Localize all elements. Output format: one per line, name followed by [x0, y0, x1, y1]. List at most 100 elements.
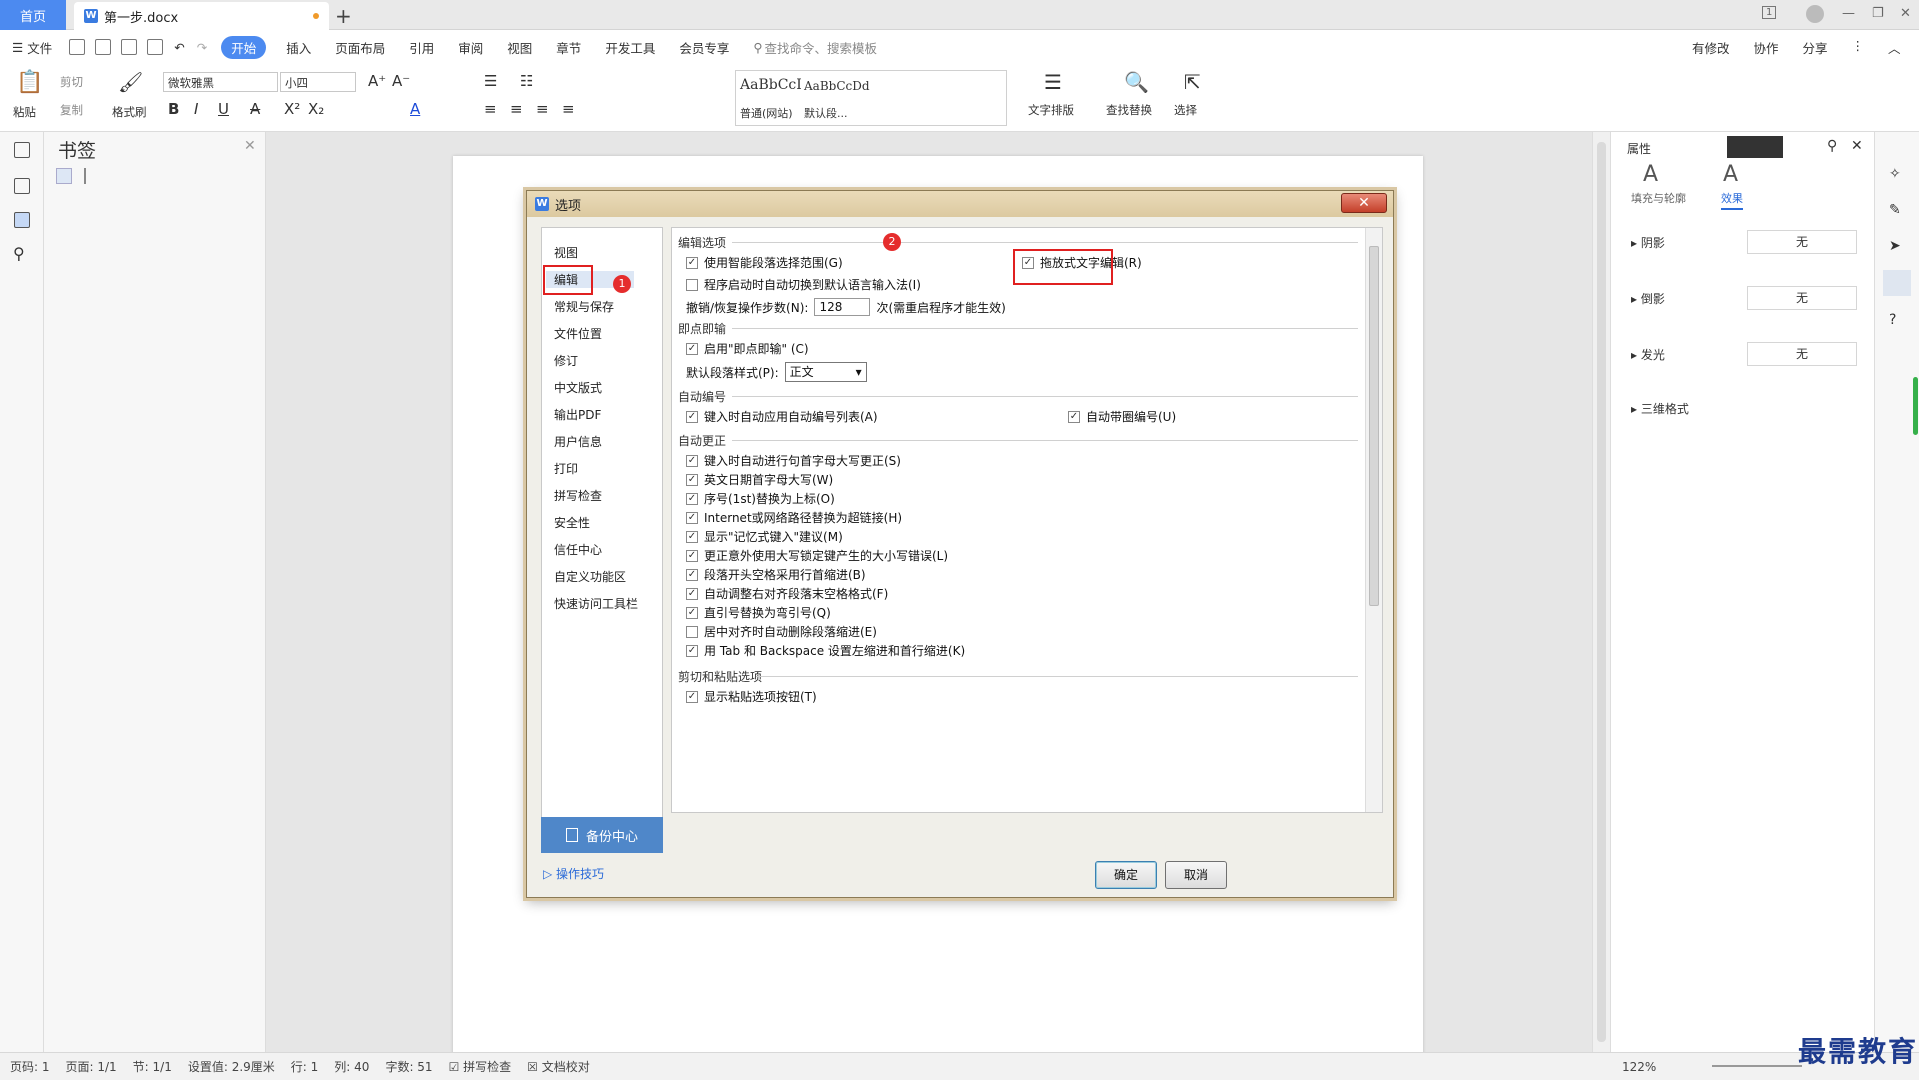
find-icon[interactable]: 🔍 — [1124, 70, 1149, 94]
more-icon[interactable]: ⋮ — [1840, 38, 1877, 57]
checkbox-box[interactable]: ✓ — [686, 644, 698, 657]
reflection-select[interactable]: 无 — [1747, 286, 1857, 310]
help-icon[interactable]: ? — [1889, 312, 1896, 328]
command-search-input[interactable]: 查找命令、搜索模板 — [765, 38, 878, 57]
auto-correct-checkbox[interactable]: ✓ 用 Tab 和 Backspace 设置左缩进和首行缩进(K) — [686, 642, 965, 659]
font-size-select[interactable]: 小四 — [280, 72, 356, 92]
auto-correct-checkbox[interactable]: ✓ 更正意外使用大写锁定键产生的大小写错误(L) — [686, 547, 948, 564]
justify-icon[interactable]: ≡ — [562, 100, 575, 118]
find-replace-button[interactable]: 查找替换 — [1106, 102, 1152, 118]
nav-spell-check[interactable]: 拼写检查 — [554, 487, 602, 504]
status-words[interactable]: 字数: 51 — [385, 1058, 432, 1075]
auto-correct-checkbox[interactable]: ✓ 段落开头空格采用行首缩进(B) — [686, 566, 866, 583]
nav-user-info[interactable]: 用户信息 — [554, 433, 602, 450]
restore-icon[interactable]: ❐ — [1872, 6, 1884, 21]
format-painter-button[interactable]: 格式刷 — [112, 104, 147, 120]
style-name-2[interactable]: 默认段... — [804, 105, 848, 121]
options-scrollbar[interactable] — [1365, 228, 1382, 812]
undo-icon[interactable]: ↶ — [168, 40, 190, 55]
smart-select-checkbox[interactable]: ✓ 使用智能段落选择范围(G) — [686, 254, 843, 271]
ok-button[interactable]: 确定 — [1095, 861, 1157, 889]
window-count-badge[interactable]: 1 — [1762, 6, 1777, 19]
paste-button[interactable]: 粘贴 — [13, 104, 36, 120]
auto-circle-checkbox[interactable]: ✓ 自动带圈编号(U) — [1068, 408, 1176, 425]
menu-file[interactable]: 文件 — [25, 38, 64, 57]
italic-icon[interactable]: I — [194, 100, 198, 118]
checkbox-box[interactable]: ✓ — [686, 473, 698, 486]
style-gallery[interactable]: AaBbCcI 普通(网站) AaBbCcDd 默认段... — [735, 70, 1007, 126]
spell-check-button[interactable]: ☑ 拼写检查 — [449, 1058, 512, 1075]
menu-item-1[interactable]: 插入 — [274, 38, 323, 57]
bookmark-icon[interactable] — [14, 212, 30, 228]
tab-document[interactable]: W 第一步.docx — [74, 2, 329, 30]
default-style-select[interactable]: 正文 ▾ — [784, 362, 867, 382]
close-icon[interactable]: ✕ — [244, 138, 256, 154]
nav-chinese-layout[interactable]: 中文版式 — [554, 379, 602, 396]
shadow-select[interactable]: 无 — [1747, 230, 1857, 254]
checkbox-box[interactable]: ✓ — [686, 530, 698, 543]
outline-icon[interactable] — [14, 142, 30, 158]
subscript-icon[interactable]: X₂ — [308, 100, 324, 118]
scroll-thumb[interactable] — [1597, 142, 1606, 1042]
auto-correct-checkbox[interactable]: ✓ 自动调整右对齐段落末空格格式(F) — [686, 585, 888, 602]
modified-button[interactable]: 有修改 — [1680, 38, 1742, 57]
hamburger-icon[interactable]: ☰ — [0, 40, 25, 55]
share-button[interactable]: 分享 — [1791, 38, 1840, 57]
grow-font-icon[interactable]: A⁺ — [368, 72, 386, 90]
select-cursor-icon[interactable]: ⇱ — [1184, 70, 1201, 94]
cancel-button[interactable]: 取消 — [1165, 861, 1227, 889]
print-icon[interactable] — [121, 39, 138, 55]
style-icon[interactable]: ✧ — [1889, 166, 1901, 182]
auto-correct-checkbox[interactable]: ✓ 序号(1st)替换为上标(O) — [686, 490, 835, 507]
close-icon[interactable]: ✕ — [1851, 138, 1863, 154]
number-list-icon[interactable]: ☷ — [520, 72, 533, 90]
close-icon[interactable]: ✕ — [1900, 6, 1911, 21]
pin-icon[interactable]: ⚲ — [1827, 138, 1837, 154]
menu-item-8[interactable]: 会员专享 — [667, 38, 741, 57]
zoom-slider[interactable] — [1712, 1065, 1802, 1067]
auto-correct-checkbox[interactable]: ✓ 直引号替换为弯引号(Q) — [686, 604, 831, 621]
nav-view[interactable]: 视图 — [554, 244, 578, 261]
redo-icon[interactable]: ↷ — [191, 40, 213, 55]
nav-trust-center[interactable]: 信任中心 — [554, 541, 602, 558]
nav-customize-ribbon[interactable]: 自定义功能区 — [554, 568, 626, 585]
nav-general-save[interactable]: 常规与保存 — [554, 298, 614, 315]
nav-quick-access[interactable]: 快速访问工具栏 — [554, 595, 638, 612]
text-layout-button[interactable]: 文字排版 — [1028, 102, 1074, 118]
click-type-checkbox[interactable]: ✓ 启用"即点即输" (C) — [686, 340, 809, 357]
proof-button[interactable]: ☒ 文档校对 — [527, 1058, 590, 1075]
cut-button[interactable]: 剪切 — [60, 74, 83, 90]
3d-format-row[interactable]: ▸ 三维格式 — [1631, 400, 1689, 417]
font-color-icon[interactable]: A — [410, 100, 420, 118]
search-icon[interactable]: ⚲ — [13, 244, 25, 263]
menu-item-0[interactable]: 开始 — [221, 35, 267, 59]
paste-icon[interactable]: 📋 — [16, 70, 43, 95]
auto-correct-checkbox[interactable]: ✓ 键入时自动进行句首字母大写更正(S) — [686, 452, 901, 469]
undo-steps-input[interactable]: 128 — [814, 298, 871, 316]
backup-center-button[interactable]: 备份中心 — [541, 817, 663, 853]
nav-print[interactable]: 打印 — [554, 460, 578, 477]
auto-list-checkbox[interactable]: ✓ 键入时自动应用自动编号列表(A) — [686, 408, 878, 425]
nav-revision[interactable]: 修订 — [554, 352, 578, 369]
cursor-icon[interactable]: ➤ — [1889, 238, 1901, 254]
align-left-icon[interactable]: ≡ — [484, 100, 497, 118]
dialog-close-button[interactable]: ✕ — [1341, 193, 1387, 213]
section-icon[interactable] — [14, 178, 30, 194]
list-icon[interactable] — [84, 168, 98, 184]
bold-icon[interactable]: B — [168, 100, 179, 118]
options-scroll-thumb[interactable] — [1369, 246, 1379, 606]
checkbox-box[interactable]: ✓ — [686, 568, 698, 581]
shadow-row[interactable]: ▸ 阴影 — [1631, 234, 1665, 251]
auto-ime-checkbox[interactable]: 程序启动时自动切换到默认语言输入法(I) — [686, 276, 921, 293]
nav-file-location[interactable]: 文件位置 — [554, 325, 602, 342]
nav-export-pdf[interactable]: 输出PDF — [554, 406, 601, 423]
property-icon[interactable] — [1883, 270, 1911, 296]
font-family-select[interactable]: 微软雅黑 — [163, 72, 278, 92]
checkbox-box[interactable]: ✓ — [686, 454, 698, 467]
shrink-font-icon[interactable]: A⁻ — [392, 72, 410, 90]
reflection-row[interactable]: ▸ 倒影 — [1631, 290, 1665, 307]
nav-security[interactable]: 安全性 — [554, 514, 590, 531]
document-scrollbar[interactable] — [1592, 132, 1610, 1052]
auto-correct-checkbox[interactable]: ✓ 显示"记忆式键入"建议(M) — [686, 528, 843, 545]
checkbox-box[interactable]: ✓ — [686, 587, 698, 600]
